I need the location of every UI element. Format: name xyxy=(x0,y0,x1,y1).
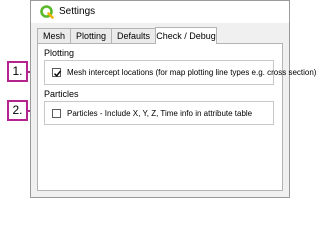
plotting-group: Mesh intercept locations (for map plotti… xyxy=(44,60,316,85)
tab-defaults[interactable]: Defaults xyxy=(111,28,156,43)
section-label-plotting: Plotting xyxy=(44,48,75,58)
checkmark-icon xyxy=(53,70,62,77)
callout-1: 1. xyxy=(7,61,28,82)
qgis-logo-icon xyxy=(40,5,54,19)
particles-label[interactable]: Particles - Include X, Y, Z, Time info i… xyxy=(67,109,252,118)
settings-window: Settings Mesh Plotting Defaults Check / … xyxy=(30,0,316,198)
tab-panel: Plotting Mesh intercept locations (for m… xyxy=(37,43,316,191)
particles-group: Particles - Include X, Y, Z, Time info i… xyxy=(44,101,274,125)
mesh-intercept-label[interactable]: Mesh intercept locations (for map plotti… xyxy=(67,68,316,77)
title-bar: Settings xyxy=(31,1,289,23)
tab-mesh[interactable]: Mesh xyxy=(37,28,71,43)
tab-plotting[interactable]: Plotting xyxy=(70,28,112,43)
tab-check-debug[interactable]: Check / Debug xyxy=(155,27,217,44)
section-label-particles: Particles xyxy=(44,89,79,99)
callout-2: 2. xyxy=(7,100,28,121)
mesh-intercept-checkbox[interactable] xyxy=(52,68,62,77)
window-title: Settings xyxy=(59,6,96,17)
particles-checkbox[interactable] xyxy=(52,109,61,118)
